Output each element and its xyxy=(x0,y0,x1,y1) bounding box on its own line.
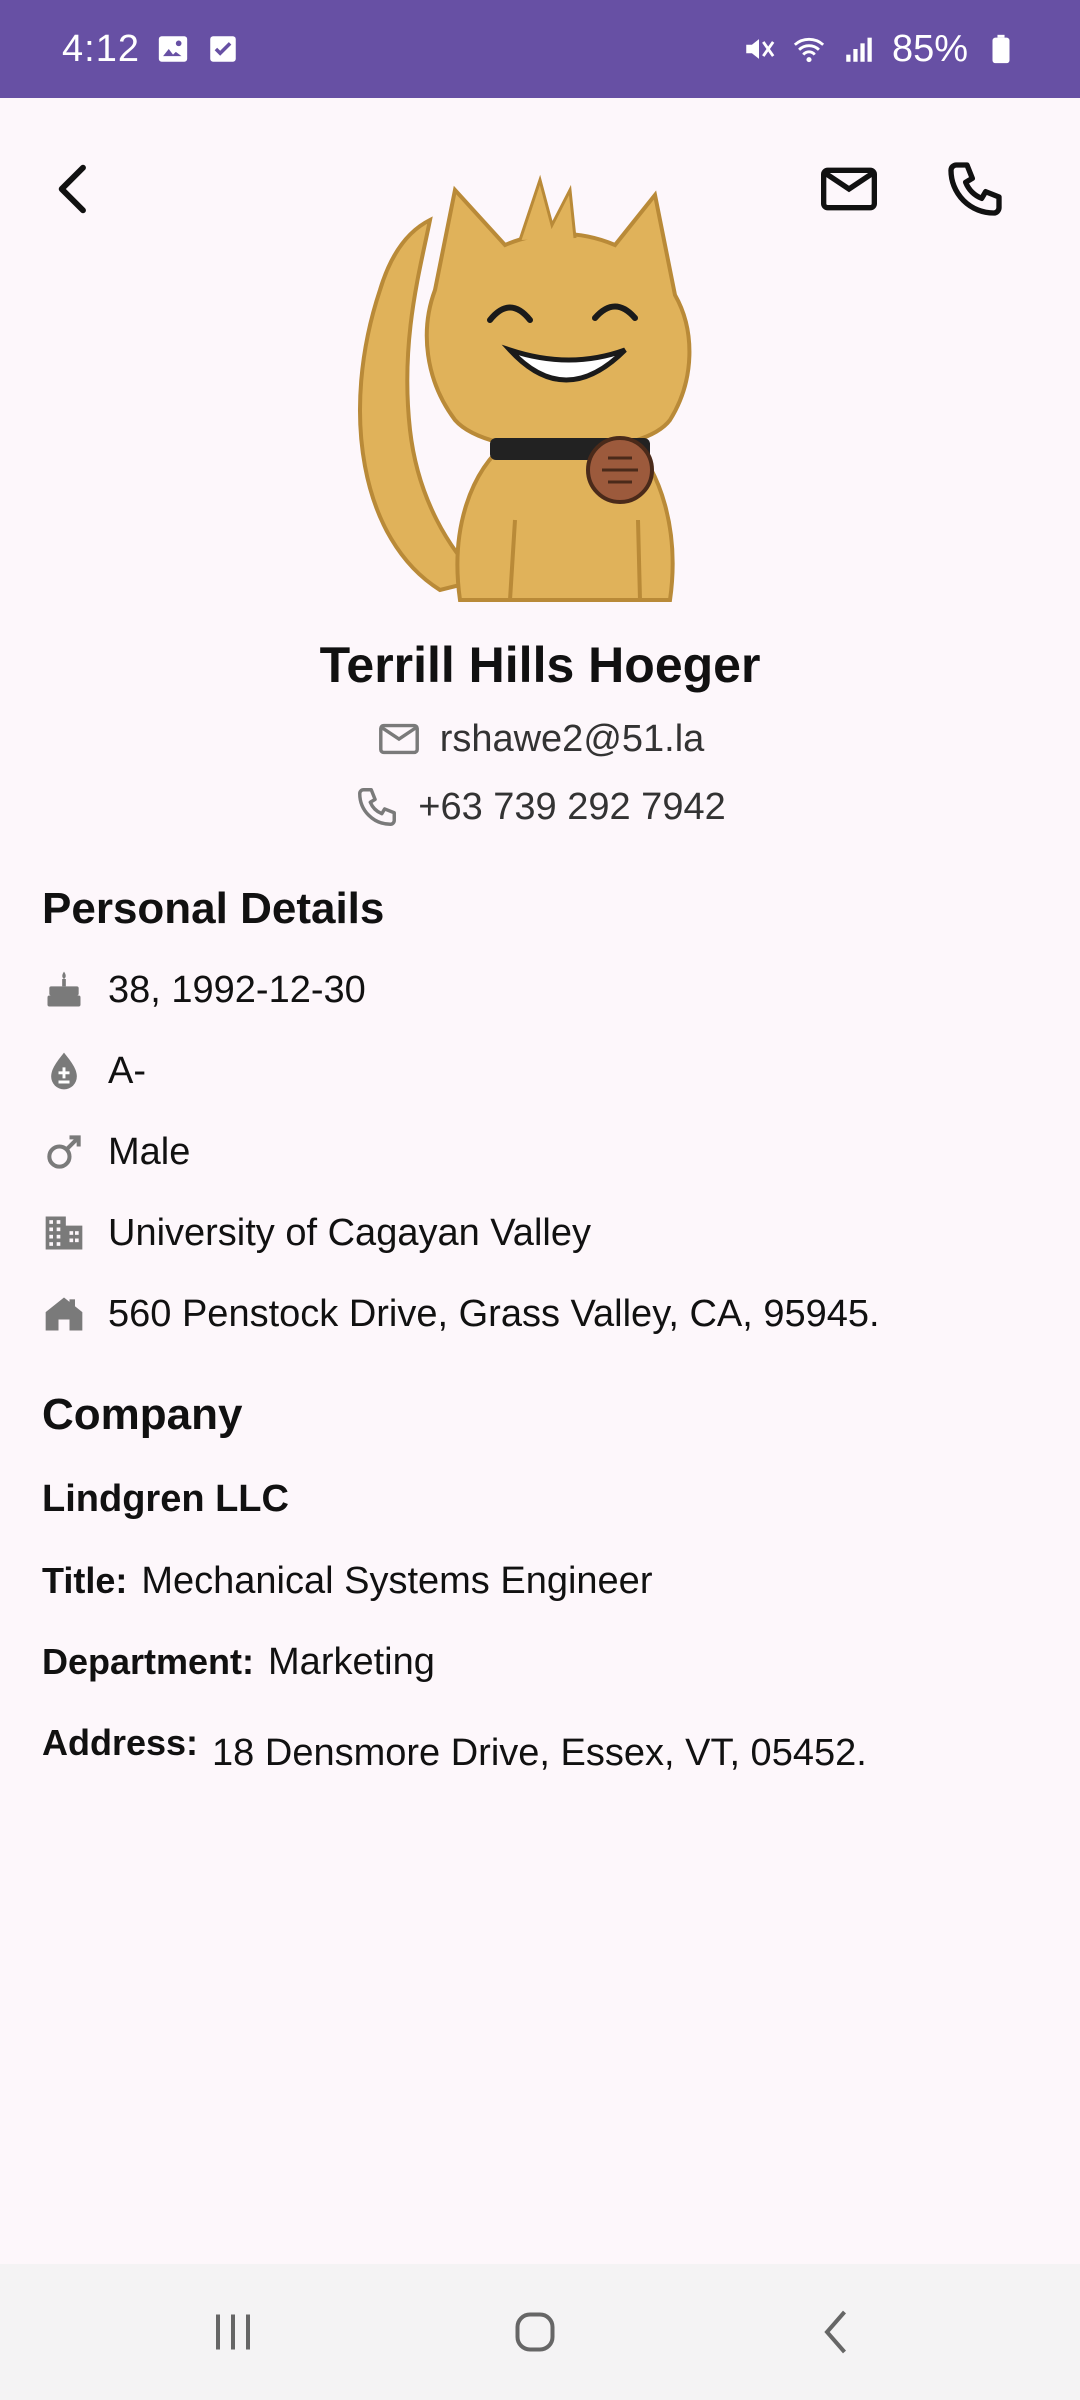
gender-row: Male xyxy=(42,1130,190,1174)
status-left: 4:12 xyxy=(62,28,240,71)
navigation-bar xyxy=(0,2264,1080,2400)
address-value: 18 Densmore Drive, Essex, VT, 05452. xyxy=(212,1732,867,1774)
blood-drop-icon xyxy=(42,1049,86,1093)
home-address-row: 560 Penstock Drive, Grass Valley, CA, 95… xyxy=(42,1292,880,1336)
cake-icon xyxy=(42,968,86,1012)
personal-details-heading: Personal Details xyxy=(42,884,385,933)
department-label: Department: xyxy=(42,1641,255,1682)
mail-icon xyxy=(821,167,877,211)
call-action-button[interactable] xyxy=(930,144,1020,234)
back-chevron-icon xyxy=(824,2310,847,2354)
title-value: Mechanical Systems Engineer xyxy=(141,1560,653,1602)
phone-text: +63 739 292 7942 xyxy=(418,785,726,828)
company-department-row: Department: Marketing xyxy=(42,1641,435,1684)
status-bar: 4:12 85% xyxy=(0,0,1080,98)
phone-icon xyxy=(358,788,397,826)
company-address-row: Address: 18 Densmore Drive, Essex, VT, 0… xyxy=(42,1722,867,1775)
home-circle-icon xyxy=(515,2312,555,2352)
signal-icon xyxy=(842,32,876,66)
company-name: Lindgren LLC xyxy=(42,1478,289,1520)
company-heading: Company xyxy=(42,1390,243,1439)
avatar xyxy=(340,170,750,610)
mute-icon xyxy=(742,32,776,66)
home-button[interactable] xyxy=(480,2292,590,2372)
email-row[interactable]: rshawe2@51.la xyxy=(0,716,1080,762)
email-text: rshawe2@51.la xyxy=(439,717,705,760)
department-value: Marketing xyxy=(268,1641,435,1683)
battery-percent: 85% xyxy=(891,27,968,70)
male-icon xyxy=(42,1130,86,1174)
university-text: University of Cagayan Valley xyxy=(108,1211,591,1254)
recent-apps-button[interactable] xyxy=(178,2292,288,2372)
gender-text: Male xyxy=(108,1130,191,1173)
title-label: Title: xyxy=(42,1560,128,1601)
contact-name: Terrill Hills Hoeger xyxy=(319,637,761,693)
recent-apps-icon xyxy=(216,2314,250,2350)
building-icon xyxy=(42,1211,86,1255)
company-title-row: Title: Mechanical Systems Engineer xyxy=(42,1560,652,1603)
address-label: Address: xyxy=(42,1722,199,1763)
home-address-text: 560 Penstock Drive, Grass Valley, CA, 95… xyxy=(108,1292,880,1335)
university-row: University of Cagayan Valley xyxy=(42,1211,591,1255)
chevron-left-icon xyxy=(58,164,86,214)
battery-icon xyxy=(984,32,1018,66)
home-icon xyxy=(42,1292,86,1336)
wifi-icon xyxy=(792,32,826,66)
mail-icon xyxy=(378,723,419,755)
birthdate-text: 38, 1992-12-30 xyxy=(108,968,366,1011)
blood-type-row: A- xyxy=(42,1049,146,1093)
status-right: 85% xyxy=(742,28,1018,71)
system-back-button[interactable] xyxy=(782,2292,892,2372)
birthdate-row: 38, 1992-12-30 xyxy=(42,968,366,1012)
checkbox-icon xyxy=(206,32,240,66)
phone-row[interactable]: +63 739 292 7942 xyxy=(0,784,1080,830)
email-action-button[interactable] xyxy=(804,144,894,234)
gallery-icon xyxy=(156,32,190,66)
status-time: 4:12 xyxy=(62,27,140,70)
phone-icon xyxy=(948,162,1002,216)
back-button[interactable] xyxy=(30,144,120,234)
blood-type-text: A- xyxy=(108,1049,146,1092)
